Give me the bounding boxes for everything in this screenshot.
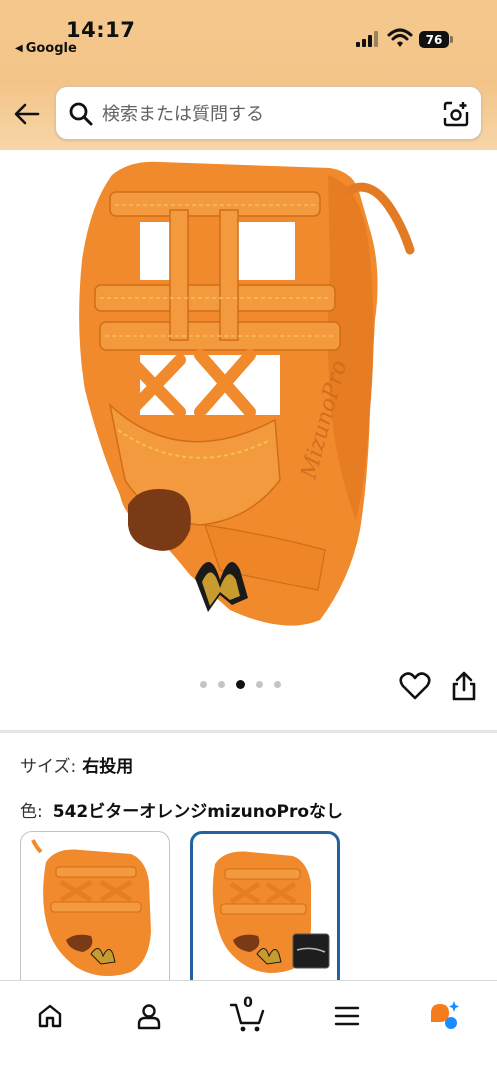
status-bar: 14:17 ◀ Google 76 (0, 0, 497, 70)
share-icon[interactable] (449, 670, 479, 702)
color-swatch-glove-with-bag[interactable] (190, 831, 340, 991)
wifi-icon (387, 28, 413, 47)
home-icon (38, 1004, 62, 1028)
battery-level: 76 (425, 32, 443, 47)
nav-cart[interactable]: 0 (225, 993, 271, 1039)
swatch-glove-image (31, 839, 151, 976)
color-selection: 色: 542ビターオレンジmizunoProなし (20, 797, 343, 822)
back-triangle-icon: ◀ (15, 43, 23, 54)
nav-menu[interactable] (324, 993, 370, 1039)
search-input[interactable] (102, 101, 422, 127)
back-arrow-icon[interactable] (12, 99, 42, 129)
section-divider (0, 730, 497, 733)
battery-indicator: 76 (419, 31, 449, 48)
pager-dot[interactable] (218, 681, 225, 688)
pager-dot-active[interactable] (236, 680, 245, 689)
size-label: サイズ: (20, 757, 77, 777)
back-app-label: Google (25, 41, 77, 56)
swatch-glove-bag-image (212, 851, 330, 973)
nav-account[interactable] (126, 993, 172, 1039)
nav-home[interactable] (27, 993, 73, 1039)
search-box[interactable] (55, 86, 482, 140)
product-image-glove[interactable]: MizunoPro (70, 150, 430, 640)
cart-count: 0 (243, 995, 253, 1011)
back-to-app-link[interactable]: ◀ Google (15, 41, 77, 56)
menu-icon (334, 1006, 360, 1026)
size-selection: サイズ: 右投用 (20, 752, 133, 777)
account-icon (137, 1004, 161, 1030)
pager-dot[interactable] (274, 681, 281, 688)
cellular-signal-icon (356, 31, 378, 47)
status-time: 14:17 (66, 18, 136, 42)
image-pager[interactable] (200, 680, 281, 689)
color-swatch-glove-only[interactable] (20, 831, 170, 991)
size-value: 右投用 (82, 757, 134, 777)
camera-search-icon[interactable] (442, 100, 470, 128)
nav-assistant[interactable] (421, 993, 467, 1039)
pager-dot[interactable] (200, 681, 207, 688)
app-header: 14:17 ◀ Google 76 (0, 0, 497, 150)
pager-dot[interactable] (256, 681, 263, 688)
battery-tip (450, 36, 453, 43)
assistant-icon (431, 1001, 459, 1029)
color-label: 色: (20, 802, 43, 822)
color-value: 542ビターオレンジmizunoProなし (52, 802, 344, 822)
bottom-navigation: 0 (0, 980, 497, 1080)
wishlist-heart-icon[interactable] (399, 670, 431, 702)
search-icon (69, 102, 93, 126)
search-row (0, 84, 497, 144)
